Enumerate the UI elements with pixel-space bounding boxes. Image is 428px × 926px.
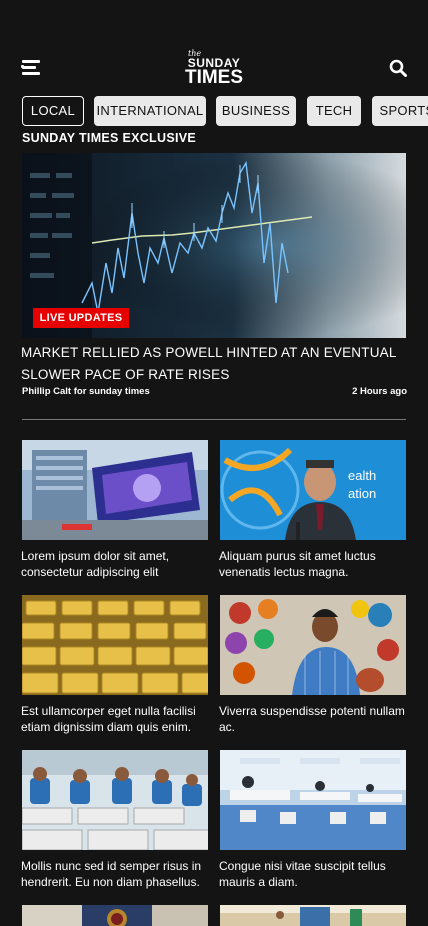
featured-author: Phillip Calt for sunday times (22, 386, 150, 397)
article-title[interactable]: Viverra suspendisse potenti nullam ac. (219, 703, 409, 735)
svg-text:ealth: ealth (348, 468, 376, 483)
article-image-press-conference[interactable]: ealth ation (220, 440, 406, 540)
article-image-street[interactable] (220, 905, 406, 926)
svg-text:ation: ation (348, 486, 376, 501)
divider (22, 419, 406, 420)
article-image-garment-factory[interactable] (22, 750, 208, 850)
article-image-bank-building[interactable] (22, 440, 208, 540)
hamburger-menu-icon[interactable] (21, 60, 40, 76)
tab-business[interactable]: BUSINESS (216, 96, 296, 126)
article-title[interactable]: Est ullamcorper eget nulla facilisi etia… (21, 703, 211, 735)
section-label: SUNDAY TIMES EXCLUSIVE (22, 131, 197, 145)
article-image-mask-painter[interactable] (220, 595, 406, 695)
live-updates-badge: LIVE UPDATES (33, 308, 129, 328)
sunday-times-logo[interactable]: the SUNDAY TIMES (184, 49, 246, 88)
article-title[interactable]: Mollis nunc sed id semper risus in hendr… (21, 858, 211, 890)
article-image-gold-bars[interactable] (22, 595, 208, 695)
article-image-emblem[interactable] (22, 905, 208, 926)
article-title[interactable]: Aliquam purus sit amet luctus venenatis … (219, 548, 409, 580)
tab-international[interactable]: INTERNATIONAL (94, 96, 206, 126)
article-image-call-center[interactable] (220, 750, 406, 850)
featured-headline[interactable]: MARKET RELLIED AS POWELL HINTED AT AN EV… (21, 342, 401, 386)
category-tabs: LOCAL INTERNATIONAL BUSINESS TECH SPORTS (22, 96, 428, 126)
article-title[interactable]: Congue nisi vitae suscipit tellus mauris… (219, 858, 409, 890)
tab-sports[interactable]: SPORTS (372, 96, 428, 126)
search-icon[interactable] (389, 59, 407, 77)
tab-local[interactable]: LOCAL (22, 96, 84, 126)
featured-timestamp: 2 Hours ago (352, 386, 407, 397)
tab-tech[interactable]: TECH (307, 96, 361, 126)
article-title[interactable]: Lorem ipsum dolor sit amet, consectetur … (21, 548, 211, 580)
top-bar: the SUNDAY TIMES (0, 0, 428, 96)
